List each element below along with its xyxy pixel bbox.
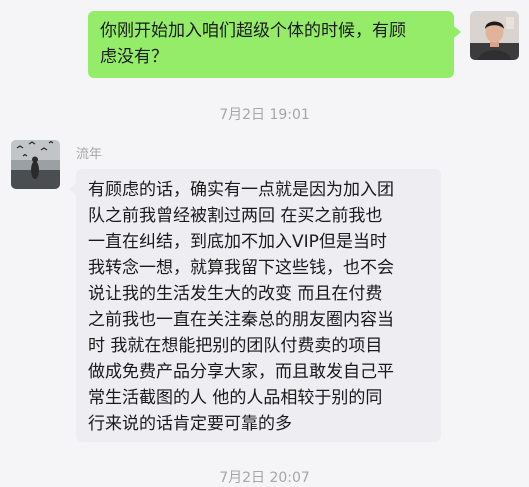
outgoing-bubble-tail (454, 26, 461, 38)
sender-name: 流年 (76, 147, 103, 162)
incoming-message-bubble[interactable]: 有顾虑的话，确实有一点就是因为加入团 队之前我曾经被割过两回 在买之前我也 一直… (76, 169, 441, 442)
incoming-bubble-tail (69, 183, 76, 195)
my-avatar[interactable] (470, 11, 519, 60)
message-timestamp: 7月2日 20:07 (219, 470, 310, 486)
contact-avatar[interactable] (11, 140, 60, 189)
outgoing-message-bubble[interactable]: 你刚开始加入咱们超级个体的时候，有顾 虑没有？ (88, 11, 454, 78)
message-timestamp: 7月2日 19:01 (219, 107, 310, 123)
